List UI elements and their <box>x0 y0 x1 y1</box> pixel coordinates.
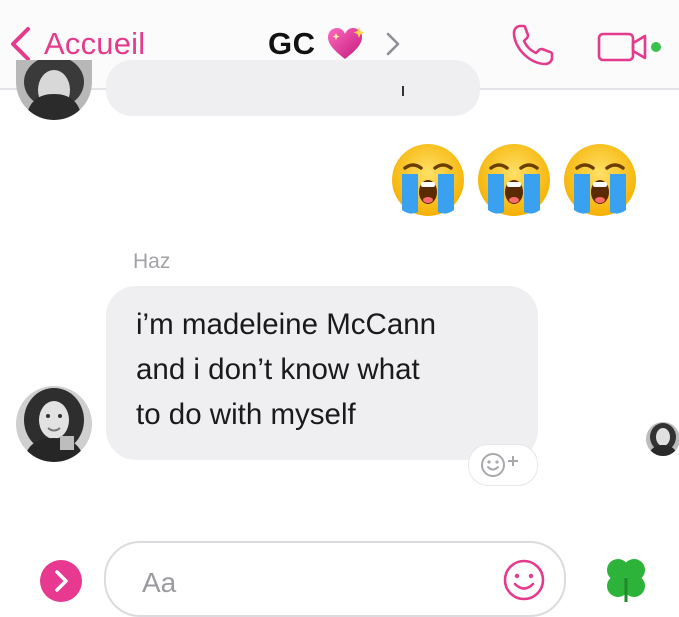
add-reaction-button[interactable] <box>468 444 538 486</box>
smiley-plus-icon <box>481 453 518 477</box>
phone-icon[interactable] <box>510 22 556 68</box>
message-text-line: and i don’t know what <box>136 353 420 386</box>
message-input[interactable]: Aa <box>104 541 566 617</box>
back-label: Accueil <box>44 26 146 61</box>
profile-photo <box>16 60 92 120</box>
message-text-line: to do with myself <box>136 398 356 431</box>
four-leaf-clover-icon[interactable] <box>600 552 652 604</box>
avatar[interactable] <box>16 60 92 120</box>
loudly-crying-face-icon <box>478 144 550 216</box>
message-input-placeholder: Aa <box>142 567 177 598</box>
chevron-left-icon <box>11 27 30 61</box>
conversation-title: GC <box>268 26 316 61</box>
read-receipt-avatar <box>646 422 679 456</box>
profile-photo <box>16 386 92 462</box>
video-camera-icon[interactable] <box>596 26 668 66</box>
sent-emoji-message[interactable] <box>388 140 640 220</box>
sparkling-heart-icon <box>327 27 364 59</box>
sender-name: Haz <box>133 250 171 273</box>
expand-actions-button[interactable] <box>40 560 82 602</box>
chevron-right-icon <box>386 32 399 56</box>
profile-photo <box>646 422 679 456</box>
loudly-crying-face-icon <box>564 144 636 216</box>
chevron-right-icon <box>55 570 68 592</box>
message-text-line: i’m madeleine McCann <box>136 308 437 341</box>
message-bubble-partial[interactable] <box>106 60 480 116</box>
message-bubble[interactable]: i’m madeleine McCann and i don’t know wh… <box>106 286 538 460</box>
text-fragment <box>402 86 404 96</box>
emoji-picker-icon[interactable] <box>500 556 548 604</box>
loudly-crying-face-icon <box>392 144 464 216</box>
avatar[interactable] <box>16 386 92 462</box>
